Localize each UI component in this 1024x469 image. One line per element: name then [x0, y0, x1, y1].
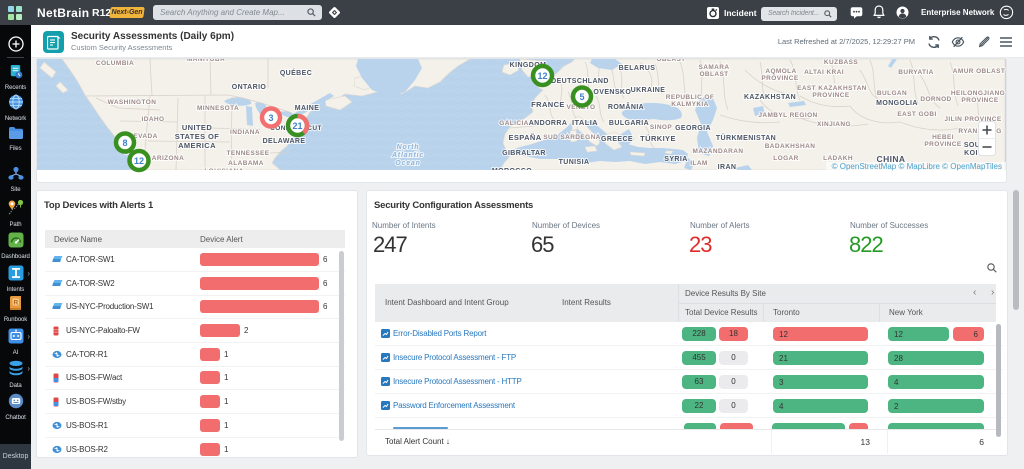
svg-text:MOROCCO: MOROCCO [492, 168, 532, 175]
svg-text:DORNOD: DORNOD [920, 96, 951, 103]
svg-text:PROVINCE: PROVINCE [761, 75, 798, 82]
svg-text:COLUMBIA: COLUMBIA [96, 60, 134, 67]
svg-text:Ocean: Ocean [395, 160, 420, 167]
svg-text:RYAN: RYAN [958, 128, 977, 135]
svg-text:MAINE: MAINE [295, 105, 320, 112]
svg-text:LOUISIANA: LOUISIANA [204, 168, 243, 175]
svg-text:JAMBYL REGION: JAMBYL REGION [758, 112, 817, 119]
svg-text:GIBRALTAR: GIBRALTAR [502, 150, 546, 157]
svg-text:ONTARIO: ONTARIO [232, 84, 267, 91]
svg-text:SINOP: SINOP [650, 124, 672, 131]
svg-text:TÜRKMENISTAN: TÜRKMENISTAN [716, 133, 776, 142]
svg-text:R: R [13, 299, 18, 306]
svg-text:MAZANDARAN: MAZANDARAN [693, 148, 744, 155]
svg-text:GEORGIA: GEORGIA [675, 125, 711, 132]
svg-text:BADAKHSHAN: BADAKHSHAN [765, 143, 816, 150]
svg-text:QUÉBEC: QUÉBEC [280, 68, 312, 77]
svg-text:UKRAINE: UKRAINE [631, 87, 666, 94]
svg-text:INDIANA: INDIANA [230, 129, 260, 136]
svg-text:KOI: KOI [964, 150, 978, 157]
svg-text:BULGAN: BULGAN [877, 90, 907, 97]
svg-text:Atlantic: Atlantic [391, 152, 424, 159]
svg-text:ALTAI KRAI: ALTAI KRAI [804, 69, 844, 76]
svg-text:MONGOLIA: MONGOLIA [876, 100, 918, 107]
svg-text:BURYATIA: BURYATIA [898, 69, 933, 76]
svg-text:HEBEI: HEBEI [932, 134, 954, 141]
svg-text:SUD SARDEGNA: SUD SARDEGNA [543, 134, 601, 141]
svg-text:ALABAMA: ALABAMA [228, 160, 264, 167]
svg-text:North: North [397, 144, 420, 151]
svg-text:BULGARIA: BULGARIA [609, 120, 649, 127]
svg-text:AMERICA: AMERICA [178, 141, 216, 150]
svg-text:MANITOBA: MANITOBA [187, 59, 225, 63]
svg-text:GREECE: GREECE [601, 136, 633, 143]
svg-text:MINNESOTA: MINNESOTA [197, 105, 239, 112]
svg-text:PROVINCE: PROVINCE [812, 92, 849, 99]
svg-text:EAST GOBI: EAST GOBI [897, 111, 936, 118]
svg-text:3: 3 [268, 113, 273, 123]
svg-text:8: 8 [122, 138, 127, 148]
svg-text:TÜRKIYE: TÜRKIYE [640, 134, 676, 143]
svg-text:KALMYKIA: KALMYKIA [671, 101, 709, 108]
svg-text:OBLAST: OBLAST [656, 59, 685, 63]
svg-text:DELAWARE: DELAWARE [263, 138, 306, 145]
svg-text:AQMOLA: AQMOLA [765, 68, 796, 75]
svg-text:TENNESSEE: TENNESSEE [227, 150, 270, 157]
svg-text:PROVINCE: PROVINCE [924, 141, 961, 148]
svg-text:FRANCE: FRANCE [531, 100, 565, 109]
svg-text:DEUTSCHLAND: DEUTSCHLAND [551, 78, 609, 85]
svg-text:EAST KAZAKHSTAN: EAST KAZAKHSTAN [797, 85, 867, 92]
svg-text:IDAHO: IDAHO [142, 116, 165, 123]
svg-text:© OpenStreetMap © MapLibre © O: © OpenStreetMap © MapLibre © OpenMapTile… [832, 162, 1002, 171]
svg-text:12: 12 [537, 71, 547, 81]
svg-text:TUNISIA: TUNISIA [559, 159, 590, 166]
svg-text:LADAKH: LADAKH [823, 155, 853, 162]
svg-text:GALICIA: GALICIA [499, 120, 529, 127]
svg-text:WASHINGTON: WASHINGTON [108, 99, 157, 106]
svg-text:UNITED: UNITED [182, 123, 212, 132]
svg-text:PROVINCE: PROVINCE [961, 97, 998, 104]
svg-text:BELARUS: BELARUS [619, 65, 656, 72]
svg-text:STATES OF: STATES OF [175, 132, 220, 141]
svg-text:OBLAST: OBLAST [699, 71, 728, 78]
svg-text:ESPAÑA: ESPAÑA [508, 133, 541, 142]
svg-text:12: 12 [134, 156, 144, 166]
svg-text:KAZAKHSTAN: KAZAKHSTAN [744, 94, 796, 101]
svg-text:SAMARA: SAMARA [699, 64, 730, 71]
svg-text:ILAM: ILAM [690, 160, 708, 167]
svg-text:IRAN: IRAN [718, 164, 737, 171]
svg-text:ROMÂNIA: ROMÂNIA [608, 102, 644, 111]
svg-text:REPUBLIC OF: REPUBLIC OF [666, 94, 714, 101]
svg-text:HEILONGJIANG: HEILONGJIANG [951, 90, 1005, 97]
svg-text:ITALIA: ITALIA [572, 118, 598, 127]
svg-text:SYRIA: SYRIA [664, 156, 687, 163]
svg-text:LOGAR: LOGAR [773, 155, 798, 162]
svg-text:G: G [996, 128, 1001, 135]
svg-text:21: 21 [292, 121, 302, 131]
svg-text:ANDORRA: ANDORRA [529, 120, 568, 127]
svg-text:5: 5 [579, 92, 584, 102]
svg-text:SOU: SOU [964, 142, 980, 149]
svg-text:ARIZONA: ARIZONA [152, 155, 184, 162]
svg-text:AMUR OBLAST: AMUR OBLAST [953, 68, 1005, 75]
svg-text:XINJIANG: XINJIANG [817, 121, 851, 128]
svg-text:KUZBASS: KUZBASS [824, 59, 858, 66]
svg-text:LOVENSKO: LOVENSKO [589, 89, 632, 96]
